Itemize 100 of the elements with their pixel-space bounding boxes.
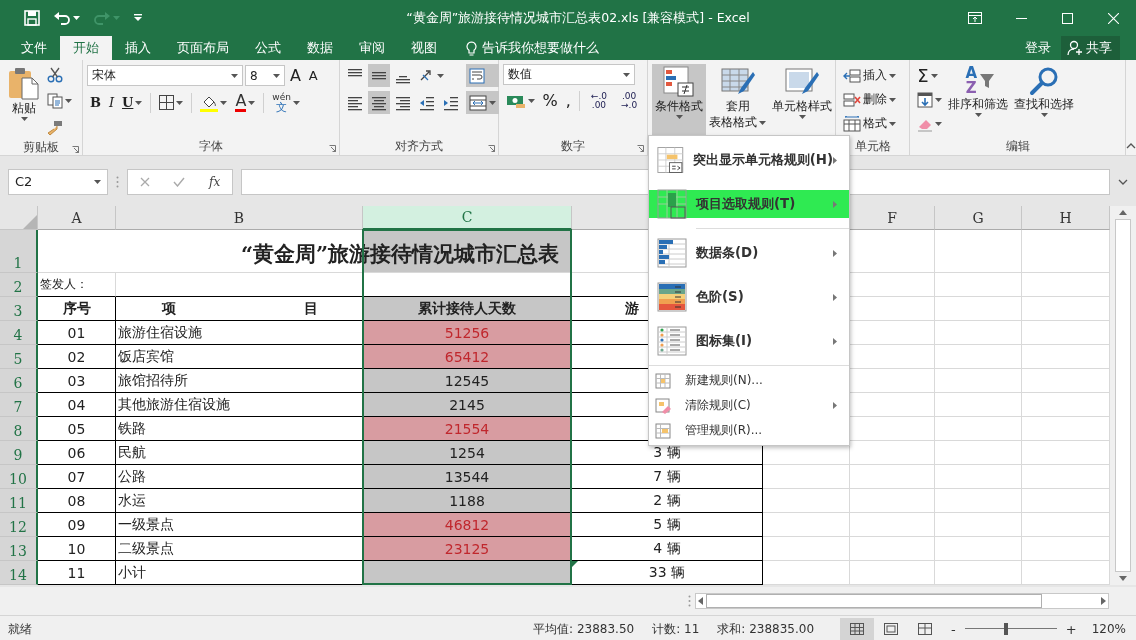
empty-cell[interactable] (850, 561, 935, 585)
autosum-button[interactable]: Σ (914, 64, 946, 87)
bold-button[interactable]: B (86, 91, 104, 114)
horizontal-scroll-thumb[interactable] (706, 594, 1042, 608)
row-header[interactable]: 11 (0, 489, 38, 513)
empty-cell[interactable] (763, 465, 850, 489)
row-header[interactable]: 6 (0, 369, 38, 393)
insert-function-button[interactable]: fx (209, 174, 221, 189)
empty-cell[interactable] (935, 345, 1022, 369)
row-header[interactable]: 8 (0, 417, 38, 441)
underline-button[interactable]: U (119, 91, 146, 114)
ribbon-tab[interactable]: 审阅 (346, 36, 398, 60)
column-header[interactable]: F (850, 206, 935, 230)
empty-cell[interactable] (935, 561, 1022, 585)
menu-item[interactable]: 突出显示单元格规则(H) (649, 138, 849, 182)
row-header[interactable]: 10 (0, 465, 38, 489)
expand-formula-icon[interactable] (1118, 178, 1128, 185)
decrease-decimal-button[interactable]: .00 →.0 (615, 89, 644, 112)
empty-cell[interactable] (935, 417, 1022, 441)
empty-cell[interactable] (763, 561, 850, 585)
empty-cell[interactable] (935, 321, 1022, 345)
row-header[interactable]: 5 (0, 345, 38, 369)
row-header[interactable]: 13 (0, 537, 38, 561)
column-header[interactable]: H (1022, 206, 1110, 230)
sign-in-link[interactable]: 登录 (1025, 36, 1051, 60)
view-button[interactable] (840, 618, 875, 640)
merge-center-button[interactable] (465, 91, 499, 114)
empty-cell[interactable] (935, 537, 1022, 561)
empty-cell[interactable] (763, 537, 850, 561)
empty-cell[interactable] (850, 513, 935, 537)
column-header[interactable]: C (363, 206, 572, 230)
empty-cell[interactable] (935, 230, 1022, 273)
paste-button[interactable]: 粘贴 (4, 64, 44, 139)
column-header[interactable]: B (116, 206, 363, 230)
row-header[interactable]: 2 (0, 273, 38, 297)
menu-item[interactable]: 图标集(I) (649, 319, 849, 363)
vertical-scroll-thumb[interactable] (1115, 219, 1131, 572)
name-box[interactable]: C2 (8, 168, 108, 195)
enter-icon[interactable] (173, 176, 186, 187)
empty-cell[interactable] (935, 369, 1022, 393)
dialog-launcher-icon[interactable] (487, 145, 495, 152)
empty-cell[interactable] (935, 297, 1022, 321)
ribbon-tab[interactable]: 文件 (8, 36, 60, 60)
conditional-formatting-button[interactable]: 条件格式 (652, 64, 707, 138)
ribbon-tab[interactable]: 视图 (398, 36, 450, 60)
ribbon-tab[interactable]: 公式 (242, 36, 294, 60)
empty-cell[interactable] (763, 513, 850, 537)
font-size-dropdown[interactable]: 8 (244, 65, 285, 86)
row-header[interactable]: 1 (0, 230, 38, 273)
tell-me-search[interactable]: 告诉我你想要做什么 (460, 36, 605, 60)
row-header[interactable]: 14 (0, 561, 38, 585)
zoom-in-button[interactable]: + (1062, 621, 1080, 637)
menu-item[interactable]: 项目选取规则(T) (649, 182, 849, 226)
collapse-ribbon-icon[interactable] (1126, 143, 1136, 149)
dialog-launcher-icon[interactable] (71, 146, 79, 153)
horizontal-scrollbar[interactable] (695, 593, 1109, 609)
row-header[interactable]: 12 (0, 513, 38, 537)
empty-cell[interactable] (763, 489, 850, 513)
row-header[interactable]: 9 (0, 441, 38, 465)
increase-decimal-button[interactable]: ←.0 .00 (584, 89, 613, 112)
comma-button[interactable]: , (562, 89, 574, 112)
empty-cell[interactable] (850, 465, 935, 489)
zoom-level-text[interactable]: 120% (1091, 622, 1126, 636)
menu-item[interactable]: 清除规则(C) (649, 393, 849, 418)
row-header[interactable]: 7 (0, 393, 38, 417)
dialog-launcher-icon[interactable] (328, 145, 336, 152)
cancel-icon[interactable] (139, 176, 150, 187)
select-all-button[interactable] (0, 206, 38, 230)
row-header[interactable]: 4 (0, 321, 38, 345)
ribbon-tab[interactable]: 数据 (294, 36, 346, 60)
zoom-out-button[interactable]: - (948, 621, 959, 637)
share-button[interactable]: 共享 (1061, 36, 1120, 60)
empty-cell[interactable] (850, 441, 935, 465)
zoom-slider-thumb[interactable] (1004, 623, 1009, 635)
column-header[interactable]: G (935, 206, 1022, 230)
ribbon-tab[interactable]: 插入 (112, 36, 164, 60)
row-header[interactable]: 3 (0, 297, 38, 321)
delete-cells-button[interactable]: 删除 (840, 88, 900, 111)
format-cells-button[interactable]: 格式 (840, 112, 900, 135)
shrink-font-button[interactable]: A (305, 64, 321, 87)
grow-font-button[interactable]: A (286, 64, 304, 87)
empty-cell[interactable] (935, 393, 1022, 417)
empty-cell[interactable] (935, 513, 1022, 537)
font-name-dropdown[interactable]: 宋体 (86, 65, 243, 86)
find-select-button[interactable]: 查找和选择 (1011, 64, 1078, 138)
scroll-left-button[interactable] (698, 597, 703, 605)
menu-item[interactable]: 新建规则(N)... (649, 368, 849, 393)
scroll-up-button[interactable] (1119, 210, 1127, 215)
menu-item[interactable]: 管理规则(R)... (649, 418, 849, 443)
phonetic-button[interactable]: wén 文 (269, 91, 303, 114)
empty-cell[interactable] (850, 489, 935, 513)
number-format-dropdown[interactable]: 数值 (502, 64, 635, 85)
font-color-button[interactable]: A (232, 91, 259, 114)
scroll-right-button[interactable] (1101, 597, 1106, 605)
dialog-launcher-icon[interactable] (637, 145, 645, 152)
insert-cells-button[interactable]: 插入 (840, 64, 900, 87)
scroll-down-button[interactable] (1119, 576, 1127, 581)
column-header[interactable]: A (38, 206, 116, 230)
empty-cell[interactable] (935, 465, 1022, 489)
italic-button[interactable]: I (105, 91, 118, 114)
